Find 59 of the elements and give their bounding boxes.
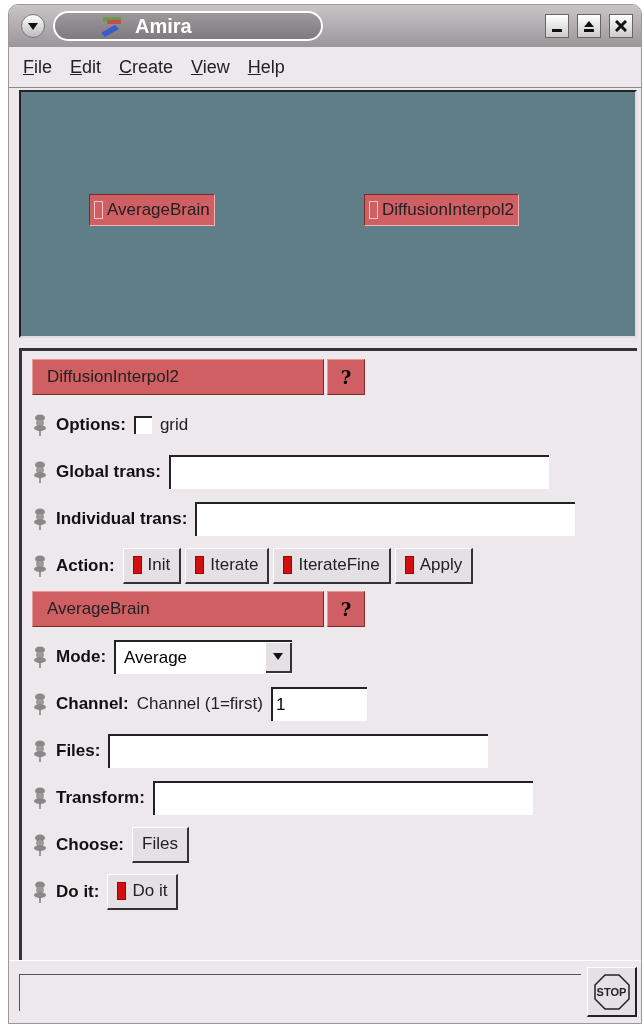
option-label: grid <box>159 414 189 435</box>
port-label: Options: <box>56 414 126 435</box>
pushpin-icon[interactable] <box>32 879 48 904</box>
port-label: Do it: <box>56 881 100 902</box>
menu-item[interactable]: Create <box>119 56 174 78</box>
input-field[interactable] <box>152 780 533 815</box>
minimize-icon <box>552 29 562 32</box>
menu-item[interactable]: Edit <box>70 56 102 78</box>
window-title: Amira <box>135 14 192 38</box>
action-button[interactable]: Init <box>122 547 182 584</box>
dropdown-arrow-icon <box>273 653 284 660</box>
input-field[interactable] <box>168 454 549 489</box>
module-title[interactable]: AverageBrain <box>32 591 324 627</box>
action-button[interactable]: Apply <box>394 547 474 584</box>
help-button[interactable]: ? <box>327 359 365 395</box>
grid-checkbox[interactable] <box>133 415 152 434</box>
input-field[interactable] <box>195 501 576 536</box>
action-button[interactable]: IterateFine <box>273 547 391 584</box>
port-label: Choose: <box>56 834 124 855</box>
port-icon <box>94 201 103 219</box>
port-label: Transform: <box>56 787 145 808</box>
input-field[interactable] <box>108 733 489 768</box>
port-label: Individual trans: <box>56 508 188 529</box>
close-button[interactable] <box>609 14 633 38</box>
field-caption: Channel (1=first) <box>136 693 263 714</box>
action-button[interactable]: Iterate <box>185 547 270 584</box>
pushpin-icon[interactable] <box>32 738 48 763</box>
pushpin-icon[interactable] <box>32 785 48 810</box>
module-node[interactable]: AverageBrain <box>89 194 215 226</box>
eject-icon <box>583 20 595 32</box>
pushpin-icon[interactable] <box>32 506 48 531</box>
port-label: Channel: <box>56 693 129 714</box>
stop-button[interactable]: STOP <box>587 967 637 1017</box>
pushpin-icon[interactable] <box>32 459 48 484</box>
input-field[interactable]: 1 <box>270 686 367 721</box>
port-label: Mode: <box>56 646 107 667</box>
menu-item[interactable]: View <box>191 56 230 78</box>
help-button[interactable]: ? <box>327 591 365 627</box>
action-button[interactable]: Do it <box>107 873 179 910</box>
action-button[interactable]: Files <box>132 826 189 863</box>
pushpin-icon[interactable] <box>32 412 48 437</box>
port-label: Action: <box>56 555 115 576</box>
close-icon <box>615 20 627 32</box>
minimize-button[interactable] <box>545 14 569 38</box>
pushpin-icon[interactable] <box>32 553 48 578</box>
module-node[interactable]: DiffusionInterpol2 <box>364 194 519 226</box>
mode-dropdown[interactable]: Average <box>114 639 293 674</box>
caret-icon <box>28 22 38 30</box>
maximize-button[interactable] <box>577 14 601 38</box>
port-label: Global trans: <box>56 461 161 482</box>
pushpin-icon[interactable] <box>32 644 48 669</box>
menu-item[interactable]: File <box>23 56 52 78</box>
port-icon <box>369 201 378 219</box>
window-menu-button[interactable] <box>21 14 45 38</box>
pushpin-icon[interactable] <box>32 832 48 857</box>
port-label: Files: <box>56 740 101 761</box>
pushpin-icon[interactable] <box>32 691 48 716</box>
module-title[interactable]: DiffusionInterpol2 <box>32 359 324 395</box>
menu-item[interactable]: Help <box>247 56 285 78</box>
